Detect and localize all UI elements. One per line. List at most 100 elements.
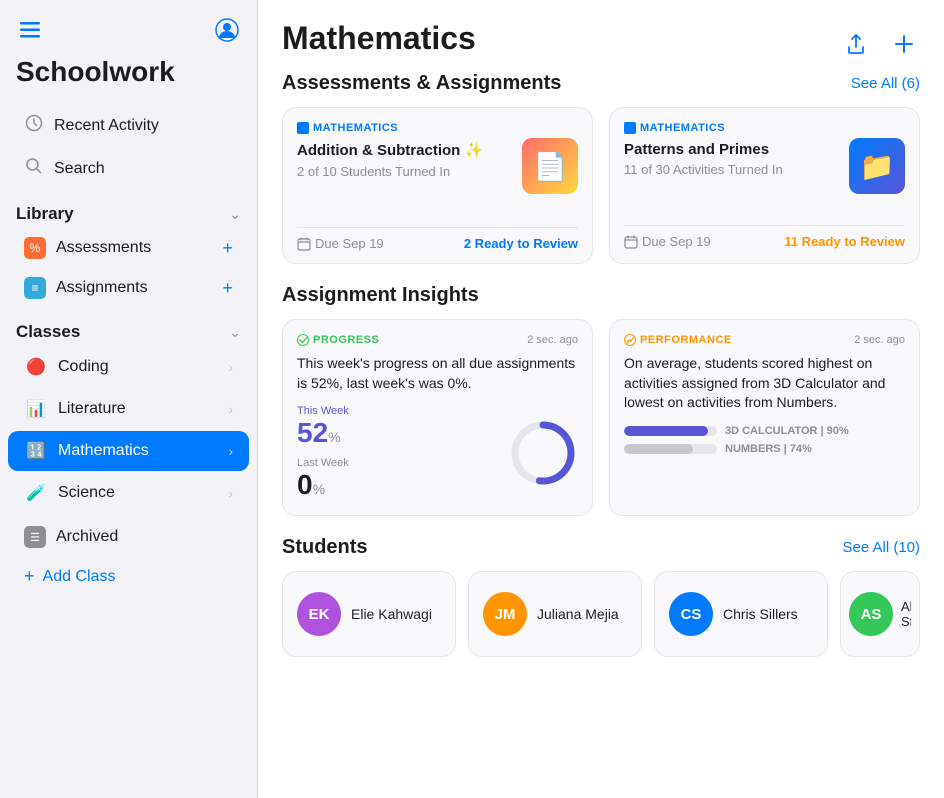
card-2-tag-icon (624, 122, 636, 134)
share-button[interactable] (840, 28, 872, 60)
performance-text: On average, students scored highest on a… (624, 354, 905, 413)
ring-svg (508, 418, 578, 488)
header-actions (840, 28, 920, 60)
mathematics-icon: 🔢 (24, 439, 48, 463)
science-chevron-icon: › (228, 485, 233, 501)
performance-time: 2 sec. ago (854, 334, 905, 346)
perf-bar-track-1 (624, 426, 717, 436)
classes-header: Classes ⌄ (0, 316, 257, 346)
this-week-value: 52% (297, 417, 349, 449)
card-1-title: Addition & Subtraction ✨ (297, 141, 483, 159)
sidebar: Schoolwork Recent Activity Search Librar… (0, 0, 258, 798)
progress-ring (508, 418, 578, 488)
student-avatar-as: AS (849, 592, 893, 636)
perf-bar-fill-2 (624, 444, 693, 454)
archived-item[interactable]: ☰ Archived (8, 518, 249, 556)
main-header: Mathematics (282, 20, 920, 60)
students-see-all-link[interactable]: See All (10) (842, 539, 920, 556)
progress-stats-section: This Week 52% Last Week 0% (297, 405, 578, 501)
card-1-thumbnail: 📄 (522, 138, 578, 194)
student-card-ek[interactable]: EK Elie Kahwagi (282, 571, 456, 657)
assessments-label: Assessments (56, 239, 151, 257)
performance-tag: PERFORMANCE (624, 334, 732, 346)
student-card-cs[interactable]: CS Chris Sillers (654, 571, 828, 657)
coding-icon: 🔴 (24, 355, 48, 379)
card-1-review: 2 Ready to Review (464, 236, 578, 251)
assignment-cards-row: MATHEMATICS Addition & Subtraction ✨ ♡ ·… (282, 107, 920, 264)
class-item-literature[interactable]: 📊 Literature › (8, 389, 249, 429)
card-2-title: Patterns and Primes (624, 141, 769, 158)
student-avatar-cs: CS (669, 592, 713, 636)
students-row: EK Elie Kahwagi JM Juliana Mejia CS Chri… (282, 571, 920, 657)
recent-activity-item[interactable]: Recent Activity (8, 105, 249, 146)
insights-section-header: Assignment Insights (282, 284, 920, 307)
library-chevron-icon[interactable]: ⌄ (229, 206, 241, 223)
card-2-footer: Due Sep 19 11 Ready to Review (624, 225, 905, 249)
classes-label: Classes (16, 322, 80, 342)
assignment-card-1[interactable]: MATHEMATICS Addition & Subtraction ✨ ♡ ·… (282, 107, 593, 264)
performance-icon (624, 334, 636, 346)
sidebar-toggle-button[interactable] (16, 16, 44, 44)
assignments-icon: ≡ (31, 281, 38, 295)
assignments-label: Assignments (56, 279, 148, 297)
student-name-ek: Elie Kahwagi (351, 606, 432, 622)
add-assignment-button[interactable]: + (222, 278, 233, 299)
performance-tag-row: PERFORMANCE 2 sec. ago (624, 334, 905, 346)
this-week-stat: This Week 52% (297, 405, 349, 449)
performance-bars: 3D CALCULATOR | 90% NUMBERS | 74% (624, 425, 905, 455)
card-2-due: Due Sep 19 (624, 234, 711, 249)
student-avatar-jm: JM (483, 592, 527, 636)
student-card-jm[interactable]: JM Juliana Mejia (468, 571, 642, 657)
last-week-unit: % (313, 481, 325, 497)
card-1-footer: Due Sep 19 2 Ready to Review (297, 227, 578, 251)
app-title: Schoolwork (0, 52, 257, 104)
profile-button[interactable] (213, 16, 241, 44)
class-item-science[interactable]: 🧪 Science › (8, 473, 249, 513)
performance-card: PERFORMANCE 2 sec. ago On average, stude… (609, 319, 920, 516)
card-1-due: Due Sep 19 (297, 236, 384, 251)
mathematics-chevron-icon: › (228, 443, 233, 459)
class-science-label: Science (58, 484, 115, 502)
assignments-item[interactable]: ≡ Assignments + (8, 269, 249, 307)
student-avatar-ek: EK (297, 592, 341, 636)
add-class-button[interactable]: + Add Class (8, 558, 249, 595)
library-label: Library (16, 204, 74, 224)
progress-stats: This Week 52% Last Week 0% (297, 405, 349, 501)
perf-bar-label-1: 3D CALCULATOR | 90% (725, 425, 905, 437)
this-week-label: This Week (297, 405, 349, 417)
progress-text: This week's progress on all due assignme… (297, 354, 578, 393)
recent-activity-label: Recent Activity (54, 117, 159, 135)
literature-chevron-icon: › (228, 401, 233, 417)
classes-chevron-icon[interactable]: ⌄ (229, 324, 241, 341)
search-item[interactable]: Search (8, 148, 249, 189)
assessments-see-all-link[interactable]: See All (6) (851, 75, 920, 92)
class-item-coding[interactable]: 🔴 Coding › (8, 347, 249, 387)
last-week-label: Last Week (297, 457, 349, 469)
class-literature-label: Literature (58, 400, 126, 418)
progress-tag-row: PROGRESS 2 sec. ago (297, 334, 578, 346)
search-icon (24, 157, 44, 180)
student-card-as-partial[interactable]: AS AbbiSte... (840, 571, 920, 657)
progress-icon (297, 334, 309, 346)
card-2-thumbnail: 📁 (849, 138, 905, 194)
add-button[interactable] (888, 28, 920, 60)
perf-bar-label-2: NUMBERS | 74% (725, 443, 905, 455)
progress-card: PROGRESS 2 sec. ago This week's progress… (282, 319, 593, 516)
add-class-plus-icon: + (24, 566, 35, 587)
class-item-mathematics[interactable]: 🔢 Mathematics › (8, 431, 249, 471)
students-title: Students (282, 536, 368, 559)
add-assessment-button[interactable]: + (222, 238, 233, 259)
sidebar-top-bar (0, 0, 257, 52)
student-name-jm: Juliana Mejia (537, 606, 619, 622)
assessments-item[interactable]: % Assessments + (8, 229, 249, 267)
student-name-cs: Chris Sillers (723, 606, 798, 622)
last-week-stat: Last Week 0% (297, 457, 349, 501)
perf-bar-track-2 (624, 444, 717, 454)
progress-time: 2 sec. ago (527, 334, 578, 346)
literature-icon: 📊 (24, 397, 48, 421)
class-coding-label: Coding (58, 358, 109, 376)
archived-icon: ☰ (30, 531, 40, 544)
add-class-label: Add Class (43, 568, 116, 586)
archived-label: Archived (56, 528, 118, 546)
assignment-card-2[interactable]: MATHEMATICS Patterns and Primes ··· 11 o… (609, 107, 920, 264)
